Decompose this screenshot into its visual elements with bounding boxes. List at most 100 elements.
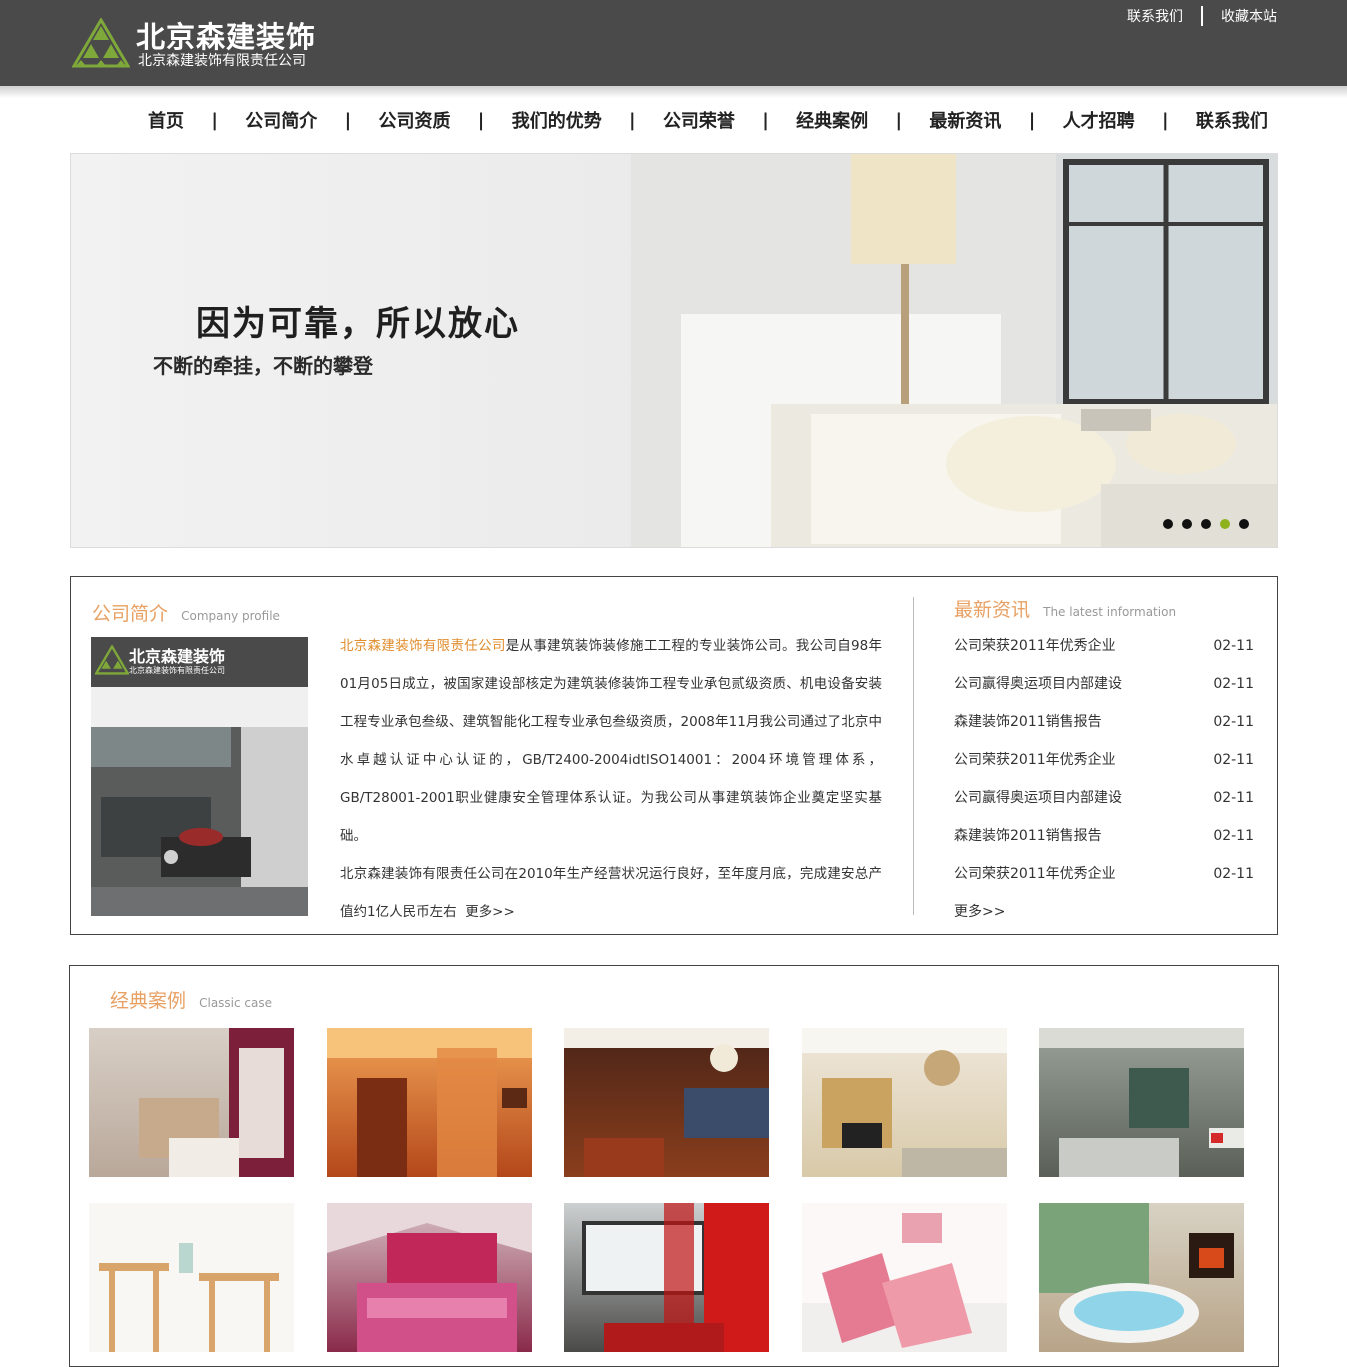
nav-item-contact[interactable]: 联系我们 [1186, 107, 1278, 133]
news-item-date: 02-11 [1213, 866, 1254, 882]
logo-subtitle: 北京森建装饰有限责任公司 [138, 53, 306, 69]
profile-image-logo-subtitle: 北京森建装饰有限责任公司 [129, 666, 225, 675]
profile-title-en: Company profile [181, 609, 280, 623]
profile-text: 北京森建装饰有限责任公司是从事建筑装饰装修施工工程的专业装饰公司。我公司自98年… [340, 627, 882, 931]
case-photo [327, 1203, 532, 1352]
slide-dot[interactable] [1201, 519, 1211, 529]
cases-title: 经典案例 [110, 990, 187, 1012]
profile-paragraph-1: 是从事建筑装饰装修施工工程的专业装饰公司。我公司自98年01月05日成立，被国家… [340, 638, 882, 844]
case-thumbnail[interactable] [327, 1028, 532, 1177]
contact-us-link[interactable]: 联系我们 [1127, 6, 1183, 26]
news-item-title: 公司赢得奥运项目内部建设 [954, 676, 1122, 692]
header-bar: 北京森建装饰 北京森建装饰有限责任公司 联系我们 收藏本站 [0, 0, 1347, 86]
case-photo [564, 1028, 769, 1177]
case-photo [582, 1203, 769, 1352]
cases-heading: 经典案例 Classic case [110, 986, 272, 1013]
top-links-divider [1201, 6, 1203, 26]
nav-separator: | [1161, 109, 1169, 131]
nav-separator: | [344, 109, 352, 131]
news-item-date: 02-11 [1213, 790, 1254, 806]
nav-item-cases[interactable]: 经典案例 [786, 107, 878, 133]
site-logo[interactable]: 北京森建装饰 北京森建装饰有限责任公司 [72, 16, 332, 70]
profile-heading: 公司简介 Company profile [92, 599, 280, 626]
case-thumbnail[interactable] [1039, 1028, 1244, 1177]
news-item-date: 02-11 [1213, 828, 1254, 844]
profile-more-link[interactable]: 更多>> [465, 904, 515, 920]
profile-room-photo [91, 687, 308, 916]
news-item[interactable]: 公司荣获2011年优秀企业 02-11 [954, 855, 1254, 893]
news-item[interactable]: 公司赢得奥运项目内部建设 02-11 [954, 665, 1254, 703]
case-thumbnail[interactable] [564, 1028, 769, 1177]
news-item-title: 公司荣获2011年优秀企业 [954, 752, 1116, 768]
news-item[interactable]: 公司赢得奥运项目内部建设 02-11 [954, 779, 1254, 817]
case-thumbnail[interactable] [564, 1203, 769, 1352]
news-item-date: 02-11 [1213, 676, 1254, 692]
case-thumbnail[interactable] [89, 1028, 294, 1177]
news-item[interactable]: 森建装饰2011销售报告 02-11 [954, 817, 1254, 855]
main-nav: 首页 | 公司简介 | 公司资质 | 我们的优势 | 公司荣誉 | 经典案例 |… [138, 106, 1278, 134]
header-shadow [0, 86, 1347, 98]
news-list: 公司荣获2011年优秀企业 02-11 公司赢得奥运项目内部建设 02-11 森建装… [954, 627, 1254, 931]
nav-item-news[interactable]: 最新资讯 [919, 107, 1011, 133]
news-item[interactable]: 公司荣获2011年优秀企业 02-11 [954, 627, 1254, 665]
nav-separator: | [762, 109, 769, 131]
profile-news-panel: 公司简介 Company profile 北京森建装饰 北京森建装饰有限责任公司… [70, 576, 1278, 935]
banner-slogan-main: 因为可靠，所以放心 [196, 304, 520, 344]
news-item-title: 公司赢得奥运项目内部建设 [954, 790, 1122, 806]
top-links: 联系我们 收藏本站 [1127, 6, 1277, 26]
nav-item-jobs[interactable]: 人才招聘 [1053, 107, 1145, 133]
slide-dot[interactable] [1239, 519, 1249, 529]
logo-triangles-icon [72, 18, 130, 68]
profile-title: 公司简介 [92, 603, 169, 625]
news-item-title: 森建装饰2011销售报告 [954, 828, 1102, 844]
case-photo [99, 1243, 279, 1352]
profile-image-logo-band: 北京森建装饰 北京森建装饰有限责任公司 [91, 637, 308, 687]
case-photo [1039, 1028, 1244, 1177]
news-item-title: 公司荣获2011年优秀企业 [954, 638, 1116, 654]
panel-divider [913, 597, 914, 915]
news-item-date: 02-11 [1213, 638, 1254, 654]
nav-item-qualification[interactable]: 公司资质 [368, 107, 460, 133]
logo-triangles-icon [95, 645, 129, 675]
slide-dot[interactable] [1163, 519, 1173, 529]
nav-separator: | [477, 109, 485, 131]
case-photo [1039, 1203, 1234, 1343]
nav-item-honors[interactable]: 公司荣誉 [653, 107, 745, 133]
news-item-date: 02-11 [1213, 714, 1254, 730]
bookmark-site-link[interactable]: 收藏本站 [1221, 6, 1277, 26]
nav-separator: | [211, 109, 218, 131]
profile-image-logo-title: 北京森建装饰 [129, 647, 226, 666]
case-thumbnail[interactable] [1039, 1203, 1244, 1352]
nav-item-profile[interactable]: 公司简介 [235, 107, 327, 133]
news-item-title: 森建装饰2011销售报告 [954, 714, 1102, 730]
banner-slogan-sub: 不断的牵挂，不断的攀登 [153, 354, 373, 378]
news-item[interactable]: 森建装饰2011销售报告 02-11 [954, 703, 1254, 741]
company-name-link[interactable]: 北京森建装饰有限责任公司 [340, 638, 506, 654]
case-photo [802, 1213, 1007, 1352]
news-heading: 最新资讯 The latest information [954, 595, 1176, 622]
case-thumbnail[interactable] [89, 1203, 294, 1352]
news-title: 最新资讯 [954, 599, 1031, 621]
news-title-en: The latest information [1043, 605, 1177, 619]
nav-separator: | [1028, 109, 1036, 131]
case-photo [802, 1028, 1007, 1177]
case-thumbnail[interactable] [327, 1203, 532, 1352]
hero-banner[interactable]: 因为可靠，所以放心 不断的牵挂，不断的攀登 [70, 153, 1278, 548]
news-item-date: 02-11 [1213, 752, 1254, 768]
slide-dot-active[interactable] [1220, 519, 1230, 529]
nav-item-advantages[interactable]: 我们的优势 [502, 107, 612, 133]
news-more-link[interactable]: 更多>> [954, 893, 1254, 931]
case-thumbnail[interactable] [802, 1028, 1007, 1177]
news-item[interactable]: 公司荣获2011年优秀企业 02-11 [954, 741, 1254, 779]
news-item-title: 公司荣获2011年优秀企业 [954, 866, 1116, 882]
profile-image: 北京森建装饰 北京森建装饰有限责任公司 [91, 637, 308, 916]
cases-panel: 经典案例 Classic case [69, 965, 1279, 1367]
news-more-label: 更多>> [954, 904, 1006, 920]
case-photo [327, 1028, 532, 1177]
case-thumbnail[interactable] [802, 1203, 1007, 1352]
nav-separator: | [629, 109, 636, 131]
slide-indicators [1163, 519, 1249, 529]
nav-item-home[interactable]: 首页 [138, 107, 194, 133]
cases-title-en: Classic case [199, 996, 273, 1010]
slide-dot[interactable] [1182, 519, 1192, 529]
